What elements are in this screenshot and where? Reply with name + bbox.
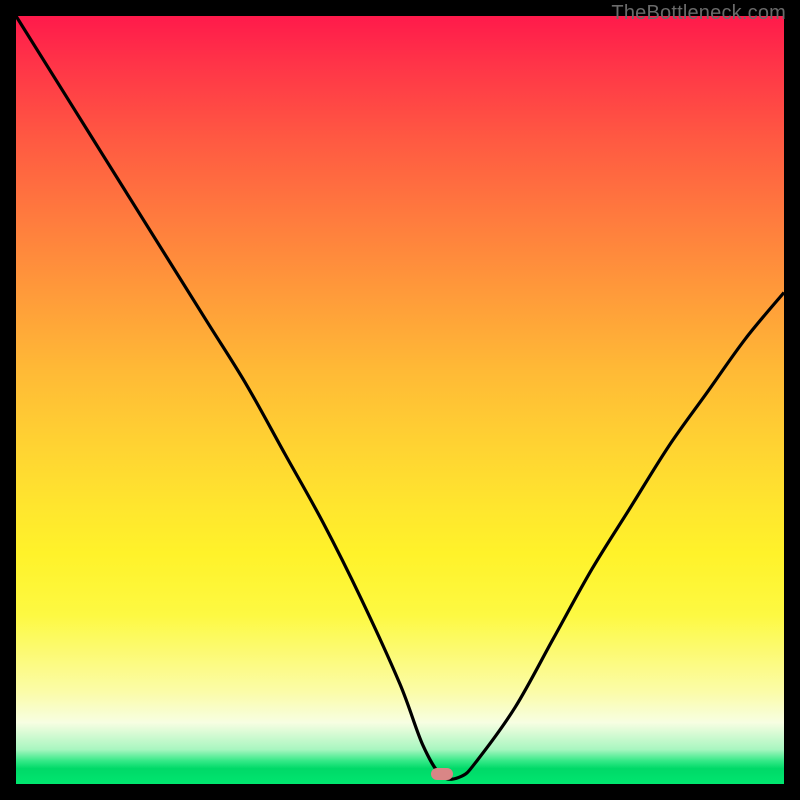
watermark-text: TheBottleneck.com xyxy=(611,2,786,25)
curve-line xyxy=(16,16,784,779)
optimum-marker xyxy=(431,768,453,780)
bottleneck-curve xyxy=(16,16,784,784)
chart-plot-area xyxy=(16,16,784,784)
